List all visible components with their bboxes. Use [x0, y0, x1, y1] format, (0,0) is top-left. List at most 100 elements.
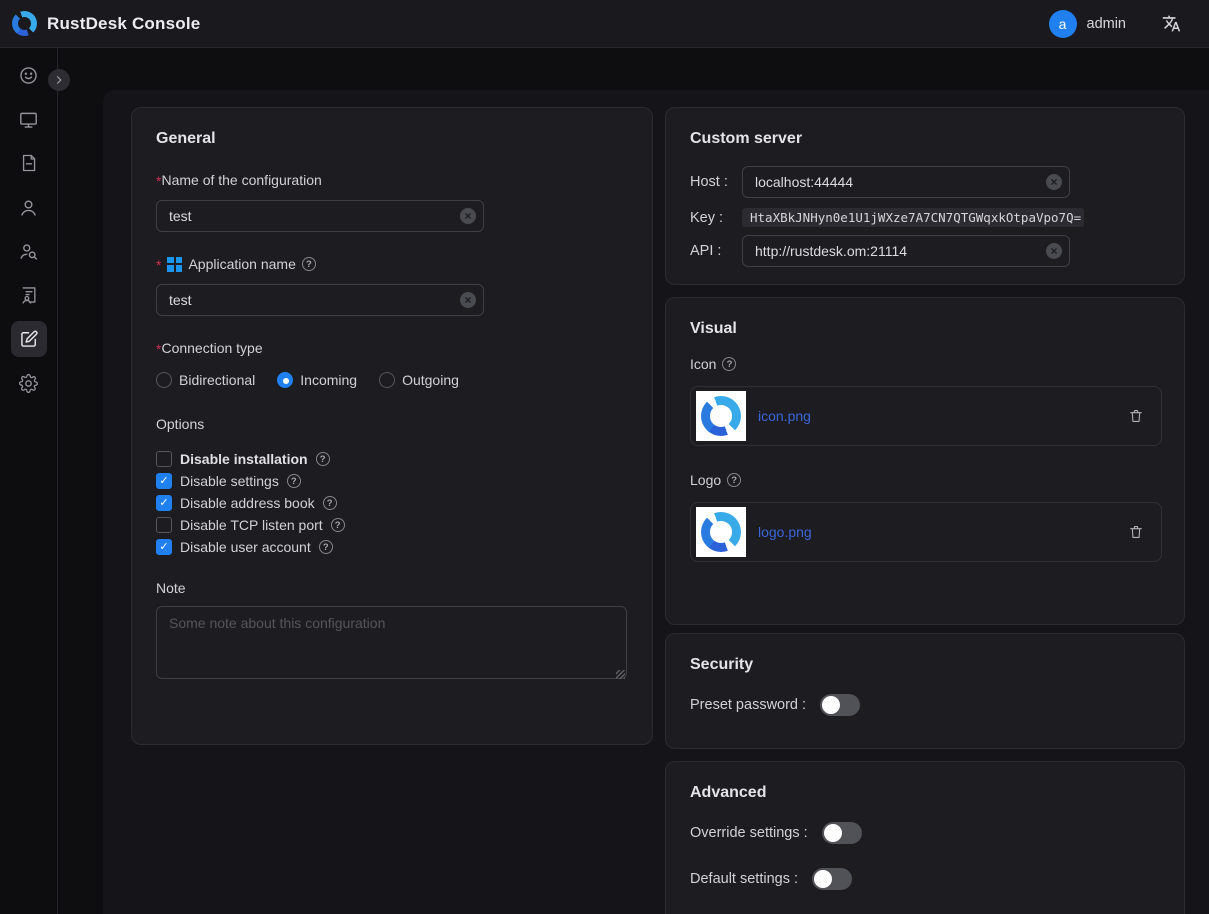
option-disable-settings[interactable]: Disable settings ? [156, 470, 628, 492]
api-row: API : × [690, 235, 1160, 267]
icon-help-icon[interactable]: ? [722, 357, 736, 371]
logo-preview-image [696, 507, 746, 557]
key-label: Key : [690, 210, 742, 226]
delete-icon-trash-icon[interactable] [1128, 408, 1144, 424]
app-name-input[interactable] [156, 284, 484, 316]
general-card: General Name of the configuration × Appl… [131, 107, 653, 745]
option-label: Disable user account [180, 539, 311, 555]
checkbox[interactable] [156, 495, 172, 511]
host-row: Host : × [690, 166, 1160, 198]
radio-incoming-label: Incoming [300, 372, 357, 388]
option-disable-user-account[interactable]: Disable user account ? [156, 536, 628, 558]
translate-icon[interactable] [1162, 14, 1181, 33]
option-label: Disable TCP listen port [180, 517, 323, 533]
api-label: API : [690, 243, 742, 259]
resize-handle[interactable] [616, 670, 625, 679]
checkbox[interactable] [156, 517, 172, 533]
option-help-icon[interactable]: ? [319, 540, 333, 554]
sidebar-item-devices[interactable] [7, 97, 51, 141]
advanced-title: Advanced [690, 784, 1160, 802]
option-help-icon[interactable]: ? [331, 518, 345, 532]
gear-icon [18, 373, 39, 394]
config-name-input[interactable] [156, 200, 484, 232]
icon-preview-image [696, 391, 746, 441]
preset-password-toggle[interactable] [820, 694, 860, 716]
checkbox[interactable] [156, 473, 172, 489]
key-value: HtaXBkJNHyn0e1U1jWXze7A7CN7QTGWqxkOtpaVp… [742, 208, 1084, 227]
override-settings-label: Override settings : [690, 825, 808, 841]
username[interactable]: admin [1087, 16, 1127, 32]
sidebar-item-audit[interactable] [7, 141, 51, 185]
override-settings-toggle[interactable] [822, 822, 862, 844]
sidebar-item-settings[interactable] [7, 361, 51, 405]
main-panel: General Name of the configuration × Appl… [103, 90, 1209, 914]
logo-file-link[interactable]: logo.png [758, 524, 812, 540]
radio-incoming[interactable]: Incoming [277, 372, 357, 388]
option-help-icon[interactable]: ? [287, 474, 301, 488]
topbar: RustDesk Console a admin [0, 0, 1209, 48]
app-name-label: Application name [188, 256, 295, 272]
key-text: HtaXBkJNHyn0e1U1jWXze7A7CN7QTGWqxkOtpaVp… [750, 210, 1081, 225]
sidebar-item-strategies[interactable] [7, 273, 51, 317]
user-search-icon [18, 241, 39, 262]
checkbox[interactable] [156, 539, 172, 555]
logo-help-icon[interactable]: ? [727, 473, 741, 487]
sidebar-item-groups[interactable] [7, 229, 51, 273]
document-user-icon [19, 285, 39, 305]
options-group: Options Disable installation ? Disable s… [156, 416, 628, 558]
checkbox[interactable] [156, 451, 172, 467]
connection-type-group: Connection type Bidirectional Incoming [156, 340, 628, 388]
radio-outgoing[interactable]: Outgoing [379, 372, 459, 388]
api-input[interactable] [742, 235, 1070, 267]
preset-password-row: Preset password : [690, 694, 1160, 716]
logo-upload-box: logo.png [690, 502, 1162, 562]
app-name-field-group: Application name ? × [156, 256, 628, 316]
clear-config-name-icon[interactable]: × [460, 208, 476, 224]
app-name-help-icon[interactable]: ? [302, 257, 316, 271]
note-textarea[interactable] [156, 606, 627, 679]
user-icon [18, 197, 39, 218]
radio-circle [379, 372, 395, 388]
edit-square-icon [19, 329, 39, 349]
radio-bidirectional-label: Bidirectional [179, 372, 255, 388]
logo-label: Logo [690, 472, 721, 488]
option-disable-installation[interactable]: Disable installation ? [156, 448, 628, 470]
radio-bidirectional[interactable]: Bidirectional [156, 372, 255, 388]
note-group: Note [156, 580, 628, 684]
sidebar-item-custom-clients[interactable] [7, 317, 51, 361]
key-row: Key : HtaXBkJNHyn0e1U1jWXze7A7CN7QTGWqxk… [690, 208, 1160, 227]
default-settings-toggle[interactable] [812, 868, 852, 890]
option-help-icon[interactable]: ? [316, 452, 330, 466]
general-card-title: General [156, 130, 628, 148]
radio-outgoing-label: Outgoing [402, 372, 459, 388]
sidebar [0, 48, 58, 914]
document-icon [19, 153, 39, 173]
clear-host-icon[interactable]: × [1046, 174, 1062, 190]
icon-file-link[interactable]: icon.png [758, 408, 811, 424]
sidebar-item-dashboard[interactable] [7, 53, 51, 97]
visual-card: Visual Icon ? icon.png Logo ? [665, 297, 1185, 625]
sidebar-item-users[interactable] [7, 185, 51, 229]
default-settings-row: Default settings : [690, 868, 1160, 890]
clear-api-icon[interactable]: × [1046, 243, 1062, 259]
visual-title: Visual [690, 320, 1160, 338]
config-name-field-group: Name of the configuration × [156, 172, 628, 232]
chevron-right-icon [53, 74, 65, 86]
option-disable-tcp-listen-port[interactable]: Disable TCP listen port ? [156, 514, 628, 536]
option-help-icon[interactable]: ? [323, 496, 337, 510]
option-label: Disable address book [180, 495, 315, 511]
app-title: RustDesk Console [47, 14, 200, 34]
clear-app-name-icon[interactable]: × [460, 292, 476, 308]
monitor-icon [18, 109, 39, 130]
radio-circle [156, 372, 172, 388]
sidebar-expand-button[interactable] [48, 69, 70, 91]
delete-logo-trash-icon[interactable] [1128, 524, 1144, 540]
default-settings-label: Default settings : [690, 871, 798, 887]
option-label: Disable installation [180, 451, 308, 467]
avatar[interactable]: a [1049, 10, 1077, 38]
host-input[interactable] [742, 166, 1070, 198]
preset-password-label: Preset password : [690, 697, 806, 713]
connection-type-label: Connection type [156, 340, 263, 356]
option-disable-address-book[interactable]: Disable address book ? [156, 492, 628, 514]
note-label: Note [156, 580, 186, 596]
